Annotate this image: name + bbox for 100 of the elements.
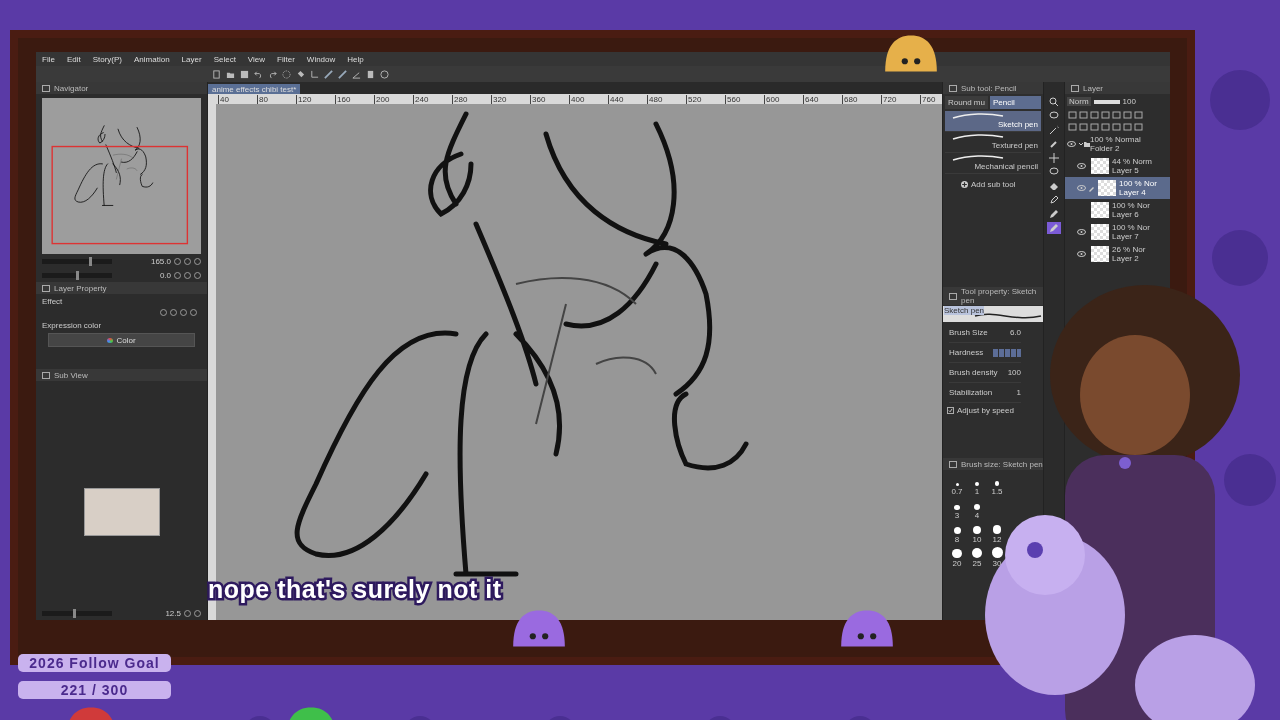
- layer-row[interactable]: 100 % Nor Layer 7: [1065, 221, 1170, 243]
- brush-size-option[interactable]: 10: [972, 535, 982, 544]
- document-tab[interactable]: anime effects chibi test*: [208, 84, 301, 94]
- help-icon[interactable]: [380, 69, 389, 79]
- ruler-label: 520: [686, 94, 725, 104]
- menu-item[interactable]: Layer: [181, 54, 202, 64]
- ruler-label: 680: [842, 94, 881, 104]
- color-dropdown[interactable]: Color: [48, 333, 195, 347]
- menu-item[interactable]: Help: [347, 54, 364, 64]
- brush-size-option[interactable]: 12: [992, 535, 1002, 544]
- brush-dot-icon: [992, 525, 1002, 534]
- layer-name: Layer 6: [1112, 210, 1140, 219]
- angle-icon[interactable]: [352, 69, 361, 79]
- layer-row[interactable]: 44 % Norm Layer 5: [1065, 155, 1170, 177]
- layer-thumbnail: [1091, 158, 1109, 174]
- add-sub-tool-link[interactable]: Add sub tool: [971, 180, 1016, 189]
- brush-size-option[interactable]: 8: [954, 535, 960, 544]
- menu-item[interactable]: Select: [213, 54, 236, 64]
- panel-icon: [42, 84, 50, 92]
- layer-row[interactable]: 100 % Nor Layer 6: [1065, 199, 1170, 221]
- tool-button[interactable]: [1047, 110, 1061, 122]
- tool-button[interactable]: [1047, 194, 1061, 206]
- layer-mode: 100 % Nor: [1119, 179, 1157, 188]
- layer-row[interactable]: 26 % Nor Layer 2: [1065, 243, 1170, 265]
- layer-mode: 26 % Nor: [1112, 245, 1146, 254]
- ruler-label: 120: [296, 94, 335, 104]
- menu-item[interactable]: Filter: [277, 54, 295, 64]
- layer-folder[interactable]: 100 % Normal Folder 2: [1065, 133, 1170, 155]
- brush-size-option[interactable]: 4: [974, 511, 980, 520]
- eraser-icon: [1049, 181, 1059, 191]
- tool-button[interactable]: [1047, 152, 1061, 164]
- brush-size-option[interactable]: 1.5: [991, 487, 1003, 496]
- ruler-label: 360: [530, 94, 569, 104]
- layer-mode: 100 % Nor: [1112, 201, 1150, 210]
- undo-icon[interactable]: [254, 69, 263, 79]
- menu-item[interactable]: Story(P): [92, 54, 123, 64]
- brush-size-option[interactable]: 25: [972, 559, 982, 568]
- menu-item[interactable]: Edit: [66, 54, 81, 64]
- layer-name: Folder 2: [1090, 144, 1121, 153]
- new-file-icon[interactable]: [212, 69, 221, 79]
- tool-button[interactable]: [1047, 124, 1061, 136]
- brush-dot-icon: [975, 482, 979, 486]
- ruler-label: 200: [374, 94, 413, 104]
- brush-size-option[interactable]: 1: [974, 487, 980, 496]
- ruler-label: 320: [491, 94, 530, 104]
- save-icon[interactable]: [240, 69, 249, 79]
- brush-dot-icon: [991, 547, 1003, 558]
- ruler-label: 600: [764, 94, 803, 104]
- tool-button[interactable]: [1047, 208, 1061, 220]
- menu-item[interactable]: File: [42, 54, 55, 64]
- ruler-label: 160: [335, 94, 374, 104]
- panel-icon: [949, 292, 957, 300]
- blend-mode-dropdown[interactable]: Norm: [1067, 97, 1091, 106]
- sub-tool-item[interactable]: Mechanical pencil: [945, 153, 1041, 174]
- layer-name: Layer 7: [1112, 232, 1140, 241]
- tool-button[interactable]: [1047, 96, 1061, 108]
- checkbox[interactable]: [947, 407, 954, 414]
- folder-icon: [1084, 141, 1090, 147]
- pen-icon: [1049, 195, 1059, 205]
- zoom-slider[interactable]: [42, 610, 112, 616]
- redo-icon[interactable]: [268, 69, 277, 79]
- sub-tool-item[interactable]: Textured pen: [945, 132, 1041, 153]
- dotted-circle-icon[interactable]: [282, 69, 291, 79]
- tab[interactable]: Round mu: [945, 96, 988, 109]
- tab[interactable]: Pencil: [989, 96, 1041, 109]
- goal-counter: 221 / 300: [18, 681, 171, 699]
- brush-size-option[interactable]: 0.7: [951, 487, 963, 496]
- menu-item[interactable]: View: [247, 54, 266, 64]
- rotation-slider[interactable]: [42, 272, 112, 278]
- panel-title: Layer Property: [54, 283, 107, 293]
- brush-dot-icon: [955, 483, 959, 486]
- brush-size-option[interactable]: 20: [952, 559, 962, 568]
- crop-icon[interactable]: [310, 69, 319, 79]
- tool-button[interactable]: [1047, 166, 1061, 178]
- ruler-label: 640: [803, 94, 842, 104]
- opacity-slider[interactable]: [1093, 99, 1120, 104]
- brush-size-option[interactable]: 3: [954, 511, 960, 520]
- preview-label: Sketch pen: [944, 306, 985, 315]
- layer-mode: 100 % Normal: [1090, 135, 1141, 144]
- ruler-label: 720: [881, 94, 920, 104]
- menu-item[interactable]: Animation: [134, 54, 170, 64]
- checkbox-label: Adjust by speed: [957, 406, 1014, 415]
- search-icon: [1049, 97, 1059, 107]
- ruler-label: 280: [452, 94, 491, 104]
- property-label: Brush Size: [949, 328, 988, 337]
- property-value: 1: [1016, 388, 1021, 397]
- brush-size-option[interactable]: 30: [992, 559, 1002, 568]
- lasso-icon: [1049, 167, 1059, 177]
- panel-icon: [1071, 84, 1079, 92]
- ruler-label: 240: [413, 94, 452, 104]
- panel-title: Tool property: Sketch pen: [961, 287, 1038, 305]
- bucket-icon[interactable]: [296, 69, 305, 79]
- menu-item[interactable]: Window: [306, 54, 336, 64]
- sub-tool-item[interactable]: Sketch pen: [945, 111, 1041, 132]
- hardness-slider[interactable]: [993, 348, 1021, 357]
- document-icon[interactable]: [366, 69, 375, 79]
- brush-dot-icon: [953, 527, 961, 534]
- layer-row[interactable]: 100 % Nor Layer 4: [1065, 177, 1170, 199]
- zoom-slider[interactable]: [42, 258, 112, 264]
- panel-title: Layer: [1083, 83, 1103, 93]
